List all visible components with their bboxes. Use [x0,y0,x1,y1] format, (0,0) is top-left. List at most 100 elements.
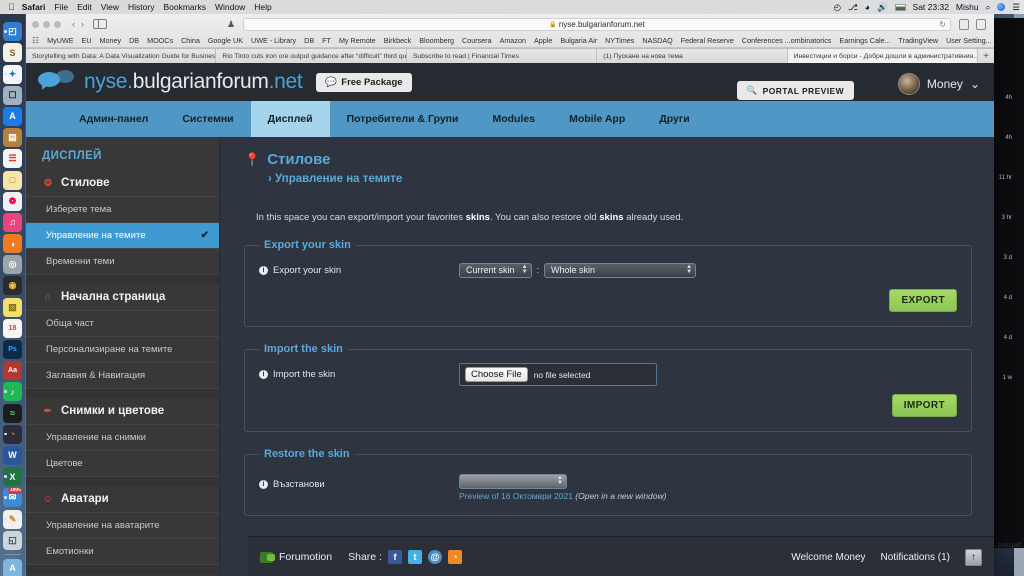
bookmark-item[interactable]: FT [322,36,331,45]
bookmark-item[interactable]: DB [304,36,314,45]
sidebar-item[interactable]: Управление на снимки [26,424,219,450]
chevron-down-icon[interactable]: ⌄ [970,77,980,91]
back-button[interactable]: ‹ [72,19,75,29]
sidebar-item[interactable]: Цветове [26,450,219,476]
user-switch-label[interactable]: Mishu [956,2,979,12]
user-menu[interactable]: Money ⌄ [897,73,980,95]
bookmark-item[interactable]: MOOCs [147,36,173,45]
bookmark-item[interactable]: EU [82,36,92,45]
preview-icon[interactable]: ◱ [3,530,22,550]
new-tab-button[interactable]: + [978,49,994,63]
bookmark-item[interactable]: Bloomberg [419,36,454,45]
tab-overview-icon[interactable] [976,18,986,30]
window-traffic-lights[interactable] [32,20,61,28]
photoshop-icon[interactable]: Ps [3,340,22,359]
menu-safari[interactable]: Safari [22,2,46,12]
maximize-icon[interactable] [54,20,61,28]
browser-tab[interactable]: Инвестиции и борси - Добре дошли в админ… [787,49,979,63]
sidebar-item[interactable]: Управление на темите ✔ [26,222,219,248]
menu-bookmarks[interactable]: Bookmarks [163,2,206,12]
bookmark-item[interactable]: NYTimes [605,36,634,45]
rss-icon[interactable]: ◔ [447,550,462,564]
mail-icon[interactable]: ✉ 1800 [3,488,22,508]
itunes-icon[interactable]: ♫ [3,212,22,232]
address-bar[interactable]: 🔒 nyse.bulgarianforum.net ↻ [243,17,951,31]
menu-view[interactable]: View [101,2,119,12]
spotify-icon[interactable]: ♪ [3,382,22,402]
bookmark-item[interactable]: Conferences ...ombinatorics [742,36,832,45]
browser-tab[interactable]: (1) Пускане на нова тема [597,49,788,63]
keyboard-flag-icon[interactable] [894,3,906,11]
control-center-icon[interactable]: ☰ [1012,2,1020,13]
sidebar-item[interactable]: Персонализиране на темите [26,336,219,362]
browser-tab[interactable]: Subscribe to read | Financial Times [407,49,598,63]
stickies-icon[interactable]: ▧ [3,297,22,317]
colorsync-icon[interactable]: ◉ [3,276,22,296]
bookmark-item[interactable]: TradingView [899,36,939,45]
reminders-icon[interactable]: ☰ [3,149,22,169]
toolbar-right-buttons[interactable] [959,18,988,30]
bookmark-item[interactable]: Coursera [462,36,492,45]
sidebar-item[interactable]: Емотионки [26,538,219,564]
firefox-icon[interactable]: ◔ [3,424,22,444]
info-icon[interactable]: i [259,479,268,489]
avatar[interactable] [897,73,920,95]
scrivener-icon[interactable]: S [3,43,22,63]
bookmark-item[interactable]: Money [100,36,122,45]
facebook-icon[interactable]: f [387,550,402,564]
excel-icon[interactable]: X [3,467,22,487]
calendar-icon[interactable]: 18 [3,318,22,338]
ibooks-icon[interactable]: ◑ [3,234,22,254]
breadcrumb[interactable]: › Управление на темите [268,173,972,185]
screen-sharing-icon[interactable]: ☐ [3,85,22,105]
minimize-icon[interactable] [43,20,50,28]
menu-history[interactable]: History [128,2,154,12]
main-navigation[interactable]: Админ-панел Системни Дисплей Потребители & … [26,101,994,137]
sidebar[interactable]: ДИСПЛЕЙ ⚙ Стилове Изберете тема Управление … [26,137,220,576]
scroll-to-top-button[interactable]: ↑ [965,548,982,566]
clock-label[interactable]: Sat 23:32 [913,2,949,12]
bookmark-item[interactable]: Birkbeck [384,36,412,45]
app-store-folder-icon[interactable]: A [3,558,22,576]
browser-tab[interactable]: Storytelling with Data: A Data Visualiza… [26,49,217,63]
nav-item-потребители-групи[interactable]: Потребители & Групи [330,101,476,137]
nav-item-админ-панел[interactable]: Админ-панел [62,101,165,137]
browser-tab[interactable]: Rio Tinto cuts iron ore output guidance … [216,49,407,63]
shield-icon[interactable]: ♟ [227,19,235,30]
export-scope-select[interactable]: Current skin ▲ ▼ [459,262,532,278]
nav-item-дисплей[interactable]: Дисплей [250,101,330,137]
dictionary-red-icon[interactable]: Aa [3,361,22,381]
sidebar-item[interactable]: Временни теми [26,248,219,274]
dock[interactable]: ◰S✦☐A▤☰□❁♫◑◎◉▧18PsAa♪≈◔WX✉1800✎◱A▭□ᴴ [0,14,26,576]
bookmark-item[interactable]: UWE - Library [251,36,296,45]
activity-monitor-icon[interactable]: ≈ [3,403,22,423]
file-input[interactable]: Choose File no file selected [459,363,657,386]
notes-icon[interactable]: □ [3,170,22,190]
close-icon[interactable] [32,20,39,28]
notifications-link[interactable]: Notifications (1) [881,552,950,563]
bookmark-item[interactable]: My Remote [339,36,376,45]
restore-preview-link[interactable]: Preview of 16 Октомври 2021 (Open in a n… [459,491,666,501]
word-icon[interactable]: W [3,445,22,465]
bookmarks-grid-icon[interactable]: ☷ [32,36,39,45]
forumotion-logo-icon[interactable] [260,551,275,563]
bookmark-item[interactable]: User Setting... [946,36,992,45]
site-logo-text[interactable]: nyse.bulgarianforum.net [84,70,303,94]
restore-skin-select[interactable]: ▲ ▼ [459,473,567,489]
reload-icon[interactable]: ↻ [939,20,946,29]
info-icon[interactable]: i [259,370,268,379]
twitter-icon[interactable]: t [407,550,422,564]
bookmark-item[interactable]: Amazon [500,36,526,45]
bookmark-item[interactable]: China [181,36,200,45]
bookmark-item[interactable]: DB [129,36,139,45]
portal-preview-button[interactable]: 🔍 PORTAL PREVIEW [736,81,854,100]
photos-icon[interactable]: ❁ [3,191,22,211]
sidebar-item[interactable]: Изберете тема [26,196,219,222]
apple-menu-icon[interactable]:  [8,2,15,12]
sidebar-item[interactable]: Заглавия & Навигация [26,362,219,388]
finder-icon[interactable]: ◰ [3,22,22,42]
export-button[interactable]: EXPORT [889,289,957,312]
forward-button[interactable]: › [81,19,84,29]
choose-file-button[interactable]: Choose File [465,367,528,382]
share-icon[interactable] [959,18,969,30]
